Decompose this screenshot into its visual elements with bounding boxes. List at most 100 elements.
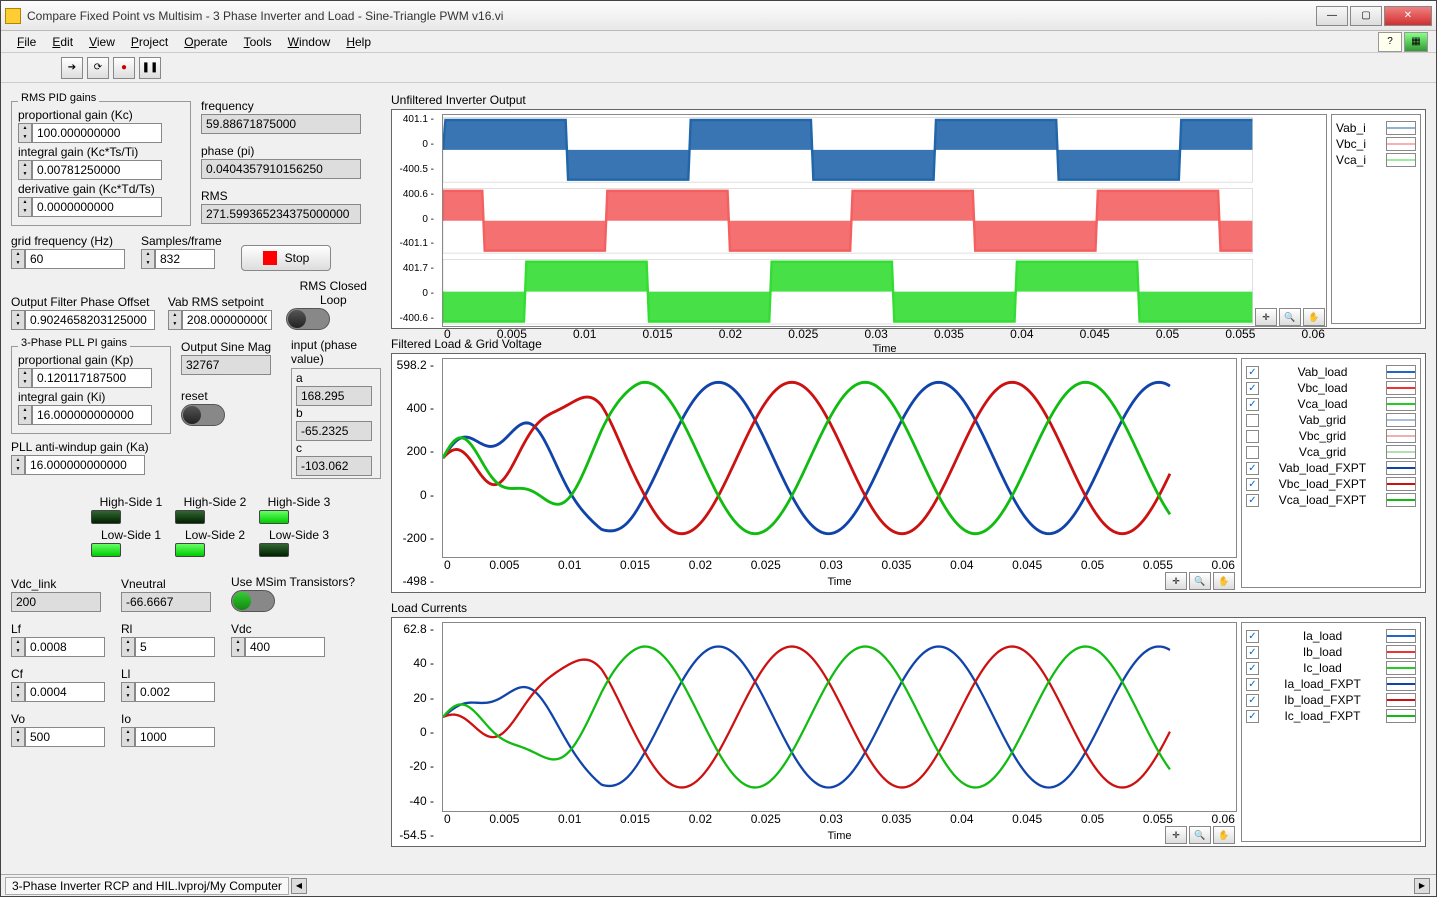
- legend-item[interactable]: ✓Ic_load_FXPT: [1246, 709, 1416, 723]
- grid-freq-spinner[interactable]: [11, 249, 25, 269]
- rl-input[interactable]: [135, 637, 215, 657]
- vneutral-readout: -66.6667: [121, 592, 211, 612]
- chart-currents: 62.8 -40 -20 -0 --20 --40 --54.5 - 00.00…: [391, 617, 1426, 847]
- pll-aw-spinner[interactable]: [11, 455, 25, 475]
- ll-input[interactable]: [135, 682, 215, 702]
- input-a-readout: 168.295: [296, 386, 372, 406]
- scroll-right-button[interactable]: ▶: [1414, 878, 1430, 894]
- legend-item[interactable]: ✓Vab_load_FXPT: [1246, 461, 1416, 475]
- legend-item[interactable]: ✓Vca_load_FXPT: [1246, 493, 1416, 507]
- maximize-button[interactable]: ▢: [1350, 6, 1382, 26]
- filter-offset-spinner[interactable]: [11, 310, 25, 330]
- stop-button[interactable]: Stop: [241, 245, 331, 271]
- legend-item[interactable]: ✓Ic_load: [1246, 661, 1416, 675]
- run-continuous-button[interactable]: ⟳: [87, 57, 109, 79]
- menubar: File Edit View Project Operate Tools Win…: [1, 31, 1436, 53]
- samples-input[interactable]: [155, 249, 215, 269]
- msim-switch[interactable]: [231, 590, 275, 612]
- reset-switch[interactable]: [181, 404, 225, 426]
- menu-file[interactable]: File: [9, 33, 44, 51]
- io-input[interactable]: [135, 727, 215, 747]
- lf-spinner[interactable]: [11, 637, 25, 657]
- minimize-button[interactable]: —: [1316, 6, 1348, 26]
- vo-spinner[interactable]: [11, 727, 25, 747]
- ll-spinner[interactable]: [121, 682, 135, 702]
- vdc-input[interactable]: [245, 637, 325, 657]
- legend-item[interactable]: ✓Vca_load: [1246, 397, 1416, 411]
- crosshair-icon[interactable]: ✛: [1165, 826, 1187, 844]
- legend-item[interactable]: ✓Vab_load: [1246, 365, 1416, 379]
- pll-kp-input[interactable]: [32, 368, 152, 388]
- menu-window[interactable]: Window: [280, 33, 339, 51]
- samples-spinner[interactable]: [141, 249, 155, 269]
- titlebar: Compare Fixed Point vs Multisim - 3 Phas…: [1, 1, 1436, 31]
- app-icon: [5, 8, 21, 24]
- help-icon[interactable]: ?: [1378, 32, 1402, 52]
- crosshair-icon[interactable]: ✛: [1165, 572, 1187, 590]
- zoom-icon[interactable]: 🔍: [1189, 572, 1211, 590]
- legend-item[interactable]: ✓Ia_load: [1246, 629, 1416, 643]
- sine-mag-readout: 32767: [181, 355, 271, 375]
- legend-item[interactable]: ✓Ia_load_FXPT: [1246, 677, 1416, 691]
- io-spinner[interactable]: [121, 727, 135, 747]
- statusbar: 3-Phase Inverter RCP and HIL.lvproj/My C…: [1, 874, 1436, 896]
- vab-sp-input[interactable]: [182, 310, 272, 330]
- close-button[interactable]: ✕: [1384, 6, 1432, 26]
- menu-tools[interactable]: Tools: [236, 33, 280, 51]
- grid-freq-input[interactable]: [25, 249, 125, 269]
- rms-readout: 271.599365234375000000: [201, 204, 361, 224]
- rl-spinner[interactable]: [121, 637, 135, 657]
- lf-input[interactable]: [25, 637, 105, 657]
- kc-spinner[interactable]: [18, 123, 32, 143]
- vo-input[interactable]: [25, 727, 105, 747]
- menu-view[interactable]: View: [81, 33, 123, 51]
- pan-icon[interactable]: ✋: [1213, 826, 1235, 844]
- zoom-icon[interactable]: 🔍: [1189, 826, 1211, 844]
- pause-button[interactable]: ❚❚: [139, 57, 161, 79]
- menu-help[interactable]: Help: [338, 33, 379, 51]
- plot-filtered[interactable]: [442, 358, 1237, 558]
- cf-spinner[interactable]: [11, 682, 25, 702]
- menu-project[interactable]: Project: [123, 33, 176, 51]
- legend-item[interactable]: ✓Vbc_load_FXPT: [1246, 477, 1416, 491]
- run-button[interactable]: ➔: [61, 57, 83, 79]
- filter-offset-input[interactable]: [25, 310, 155, 330]
- crosshair-icon[interactable]: ✛: [1255, 308, 1277, 326]
- ki-spinner[interactable]: [18, 160, 32, 180]
- pll-group: 3-Phase PLL PI gains proportional gain (…: [11, 346, 171, 434]
- toolbar: ➔ ⟳ ● ❚❚: [1, 53, 1436, 83]
- legend-filtered: ✓Vab_load ✓Vbc_load ✓Vca_load Vab_grid Vbc_g…: [1241, 358, 1421, 588]
- pan-icon[interactable]: ✋: [1303, 308, 1325, 326]
- kd-spinner[interactable]: [18, 197, 32, 217]
- legend-item[interactable]: Vbc_grid: [1246, 429, 1416, 443]
- legend-item[interactable]: Vca_grid: [1246, 445, 1416, 459]
- ls2-led: [175, 543, 205, 557]
- input-c-readout: -103.062: [296, 456, 372, 476]
- pll-aw-input[interactable]: [25, 455, 145, 475]
- rms-pid-group: RMS PID gains proportional gain (Kc) int…: [11, 101, 191, 226]
- vab-sp-spinner[interactable]: [168, 310, 182, 330]
- kc-input[interactable]: [32, 123, 162, 143]
- pll-ki-spinner[interactable]: [18, 405, 32, 425]
- legend-item[interactable]: ✓Ib_load_FXPT: [1246, 693, 1416, 707]
- pll-ki-input[interactable]: [32, 405, 152, 425]
- pll-kp-spinner[interactable]: [18, 368, 32, 388]
- plot-currents[interactable]: [442, 622, 1237, 812]
- menu-edit[interactable]: Edit: [44, 33, 81, 51]
- pan-icon[interactable]: ✋: [1213, 572, 1235, 590]
- legend-item[interactable]: ✓Vbc_load: [1246, 381, 1416, 395]
- ki-input[interactable]: [32, 160, 162, 180]
- legend-currents: ✓Ia_load ✓Ib_load ✓Ic_load ✓Ia_load_FXPT ✓Ib…: [1241, 622, 1421, 842]
- menu-operate[interactable]: Operate: [176, 33, 235, 51]
- kd-input[interactable]: [32, 197, 162, 217]
- legend-item[interactable]: Vab_grid: [1246, 413, 1416, 427]
- plot-unfiltered[interactable]: [442, 114, 1327, 327]
- abort-button[interactable]: ●: [113, 57, 135, 79]
- cf-input[interactable]: [25, 682, 105, 702]
- vdc-spinner[interactable]: [231, 637, 245, 657]
- scroll-left-button[interactable]: ◀: [291, 878, 307, 894]
- rms-closed-loop-switch[interactable]: [286, 308, 330, 330]
- legend-item[interactable]: ✓Ib_load: [1246, 645, 1416, 659]
- vi-icon[interactable]: ▦: [1404, 32, 1428, 52]
- zoom-icon[interactable]: 🔍: [1279, 308, 1301, 326]
